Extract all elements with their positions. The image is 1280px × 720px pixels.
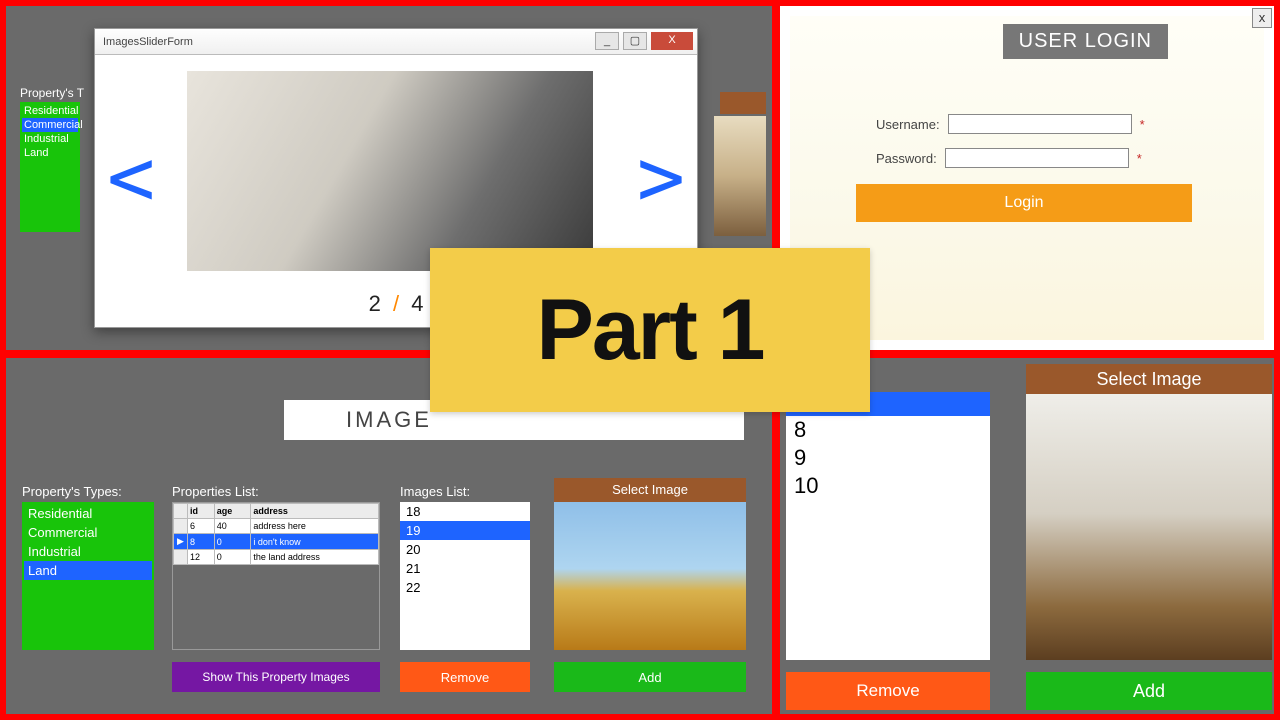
list-item[interactable]: 8 [786, 416, 990, 444]
right-remove-button[interactable]: Remove [786, 672, 990, 710]
right-add-button[interactable]: Add [1026, 672, 1272, 710]
add-image-button[interactable]: Add [554, 662, 746, 692]
login-close-button[interactable]: x [1252, 8, 1272, 28]
list-item[interactable]: 9 [786, 444, 990, 472]
slider-current-image [187, 71, 593, 271]
username-row: Username: * [876, 112, 1145, 136]
slider-prev-button[interactable]: < [107, 131, 155, 224]
show-property-images-button[interactable]: Show This Property Images [172, 662, 380, 692]
property-types-list[interactable]: ResidentialCommercialIndustrialLand [22, 502, 154, 650]
property-types-label-bl: Property's Types: [22, 484, 122, 499]
list-item[interactable]: 21 [400, 559, 530, 578]
properties-table[interactable]: id age address 640address here▶80i don't… [172, 502, 380, 650]
type-item[interactable]: Land [22, 146, 78, 160]
image-preview [554, 502, 746, 650]
login-button[interactable]: Login [856, 184, 1192, 222]
window-title-bar[interactable]: ImagesSliderForm _ ▢ X [95, 29, 697, 55]
table-body: 640address here▶80i don't know120the lan… [174, 519, 379, 565]
type-item[interactable]: Commercial [22, 118, 78, 132]
username-input[interactable] [948, 114, 1132, 134]
window-maximize-button[interactable]: ▢ [623, 32, 647, 50]
slider-total: 4 [411, 291, 423, 316]
table-row[interactable]: 640address here [174, 519, 379, 534]
part-banner: Part 1 [430, 248, 870, 412]
select-image-button-peek[interactable] [720, 92, 766, 114]
right-image-preview [1026, 394, 1272, 660]
select-image-header[interactable]: Select Image [554, 478, 746, 502]
col-id[interactable]: id [188, 504, 215, 519]
list-item[interactable]: 19 [400, 521, 530, 540]
password-row: Password: * [876, 146, 1142, 170]
type-item[interactable]: Commercial [24, 523, 152, 542]
col-address[interactable]: address [251, 504, 379, 519]
col-age[interactable]: age [214, 504, 251, 519]
images-list-label: Images List: [400, 484, 470, 499]
password-required: * [1137, 151, 1142, 166]
type-item[interactable]: Industrial [22, 132, 78, 146]
password-label: Password: [876, 151, 937, 166]
type-item[interactable]: Residential [22, 104, 78, 118]
property-types-list-top[interactable]: ResidentialCommercialIndustrialLand [20, 102, 80, 232]
window-close-button[interactable]: X [651, 32, 693, 50]
window-minimize-button[interactable]: _ [595, 32, 619, 50]
type-item[interactable]: Industrial [24, 542, 152, 561]
slider-sep: / [393, 291, 399, 316]
property-types-label: Property's T [20, 86, 84, 100]
login-title: USER LOGIN [1003, 24, 1168, 59]
remove-image-button[interactable]: Remove [400, 662, 530, 692]
table-row[interactable]: ▶80i don't know [174, 534, 379, 550]
row-selector-header [174, 504, 188, 519]
list-item[interactable]: 22 [400, 578, 530, 597]
right-select-image-header[interactable]: Select Image [1026, 364, 1272, 394]
slider-index: 2 [369, 291, 381, 316]
type-item[interactable]: Land [24, 561, 152, 580]
properties-list-label: Properties List: [172, 484, 259, 499]
images-list[interactable]: 1819202122 [400, 502, 530, 650]
list-item[interactable]: 10 [786, 472, 990, 500]
list-item[interactable]: 20 [400, 540, 530, 559]
right-listbox[interactable]: 8910 [786, 392, 990, 660]
kitchen-thumb-peek [714, 116, 766, 236]
window-title-text: ImagesSliderForm [103, 36, 193, 48]
list-item[interactable]: 18 [400, 502, 530, 521]
slider-next-button[interactable]: > [637, 131, 685, 224]
username-label: Username: [876, 117, 940, 132]
type-item[interactable]: Residential [24, 504, 152, 523]
table-row[interactable]: 120the land address [174, 550, 379, 565]
username-required: * [1140, 117, 1145, 132]
password-input[interactable] [945, 148, 1129, 168]
